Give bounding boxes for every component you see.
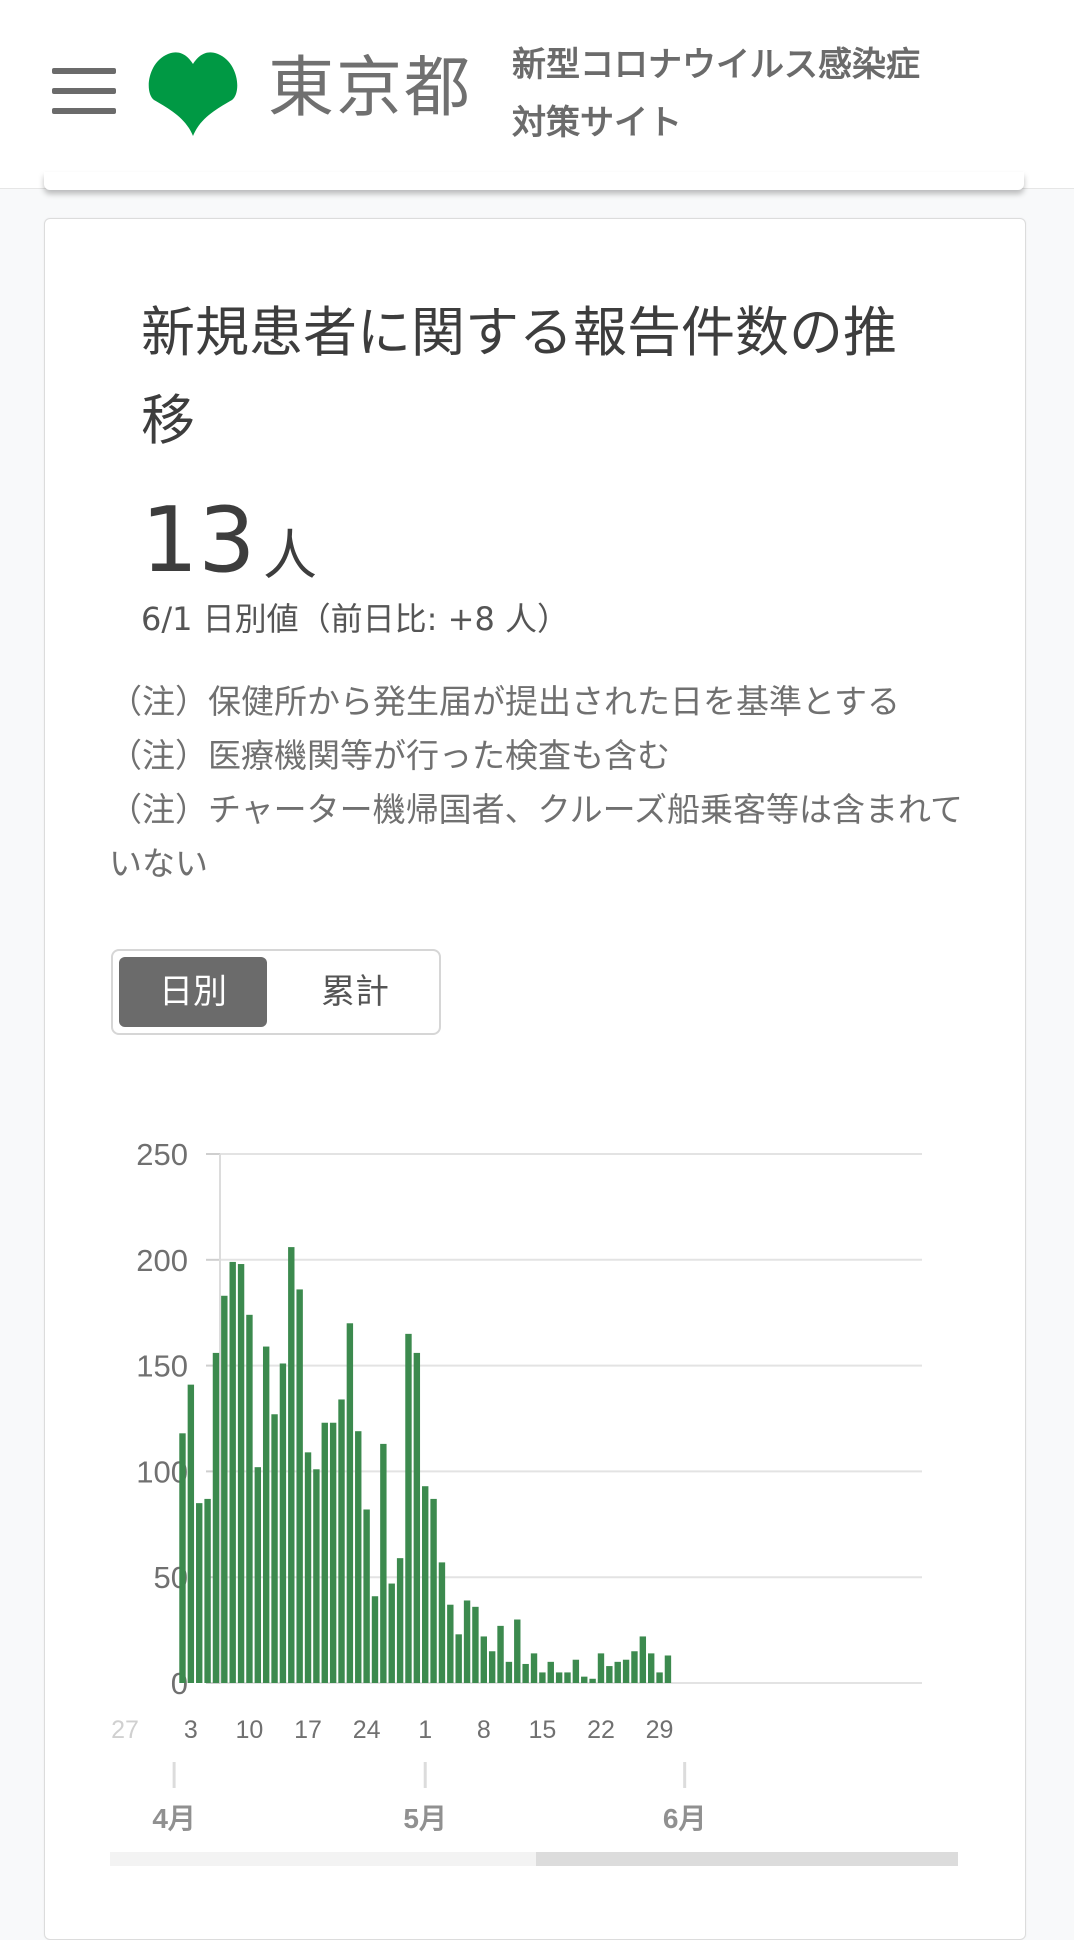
daily-toggle-button[interactable]: 日別 <box>119 957 267 1027</box>
logo-text: 東京都 <box>268 49 472 126</box>
app-header: 東京都 新型コロナウイルス感染症 対策サイト <box>0 0 1074 189</box>
daily-value-caption: 6/1 日別値（前日比: +8 人） <box>141 600 569 638</box>
case-count-unit: 人 <box>263 524 317 587</box>
note-item: （注）チャーター機帰国者、クルーズ船乗客等は含まれていない <box>109 790 964 883</box>
case-count-value: 13 <box>141 488 256 593</box>
cumulative-toggle-button[interactable]: 累計 <box>277 957 433 1027</box>
site-title[interactable]: 新型コロナウイルス感染症 対策サイト <box>512 36 992 152</box>
chart-scrollbar-thumb[interactable] <box>536 1852 958 1866</box>
previous-card-edge <box>44 172 1024 190</box>
hamburger-menu-icon[interactable] <box>52 68 116 114</box>
daily-cumulative-toggle: 日別 累計 <box>111 949 441 1035</box>
site-title-line2: 対策サイト <box>512 103 682 143</box>
notes-list: （注）保健所から発生届が提出された日を基準とする （注）医療機関等が行った検査も… <box>109 675 989 891</box>
note-item: （注）医療機関等が行った検査も含む <box>109 736 670 775</box>
note-item: （注）保健所から発生届が提出された日を基準とする <box>109 682 901 721</box>
card-title: 新規患者に関する報告件数の推移 <box>141 301 897 452</box>
tokyo-logo-icon[interactable] <box>148 48 238 136</box>
site-title-line1: 新型コロナウイルス感染症 <box>512 45 920 85</box>
new-cases-card: 新規患者に関する報告件数の推移 13 人 6/1 日別値（前日比: +8 人） … <box>44 218 1026 1940</box>
